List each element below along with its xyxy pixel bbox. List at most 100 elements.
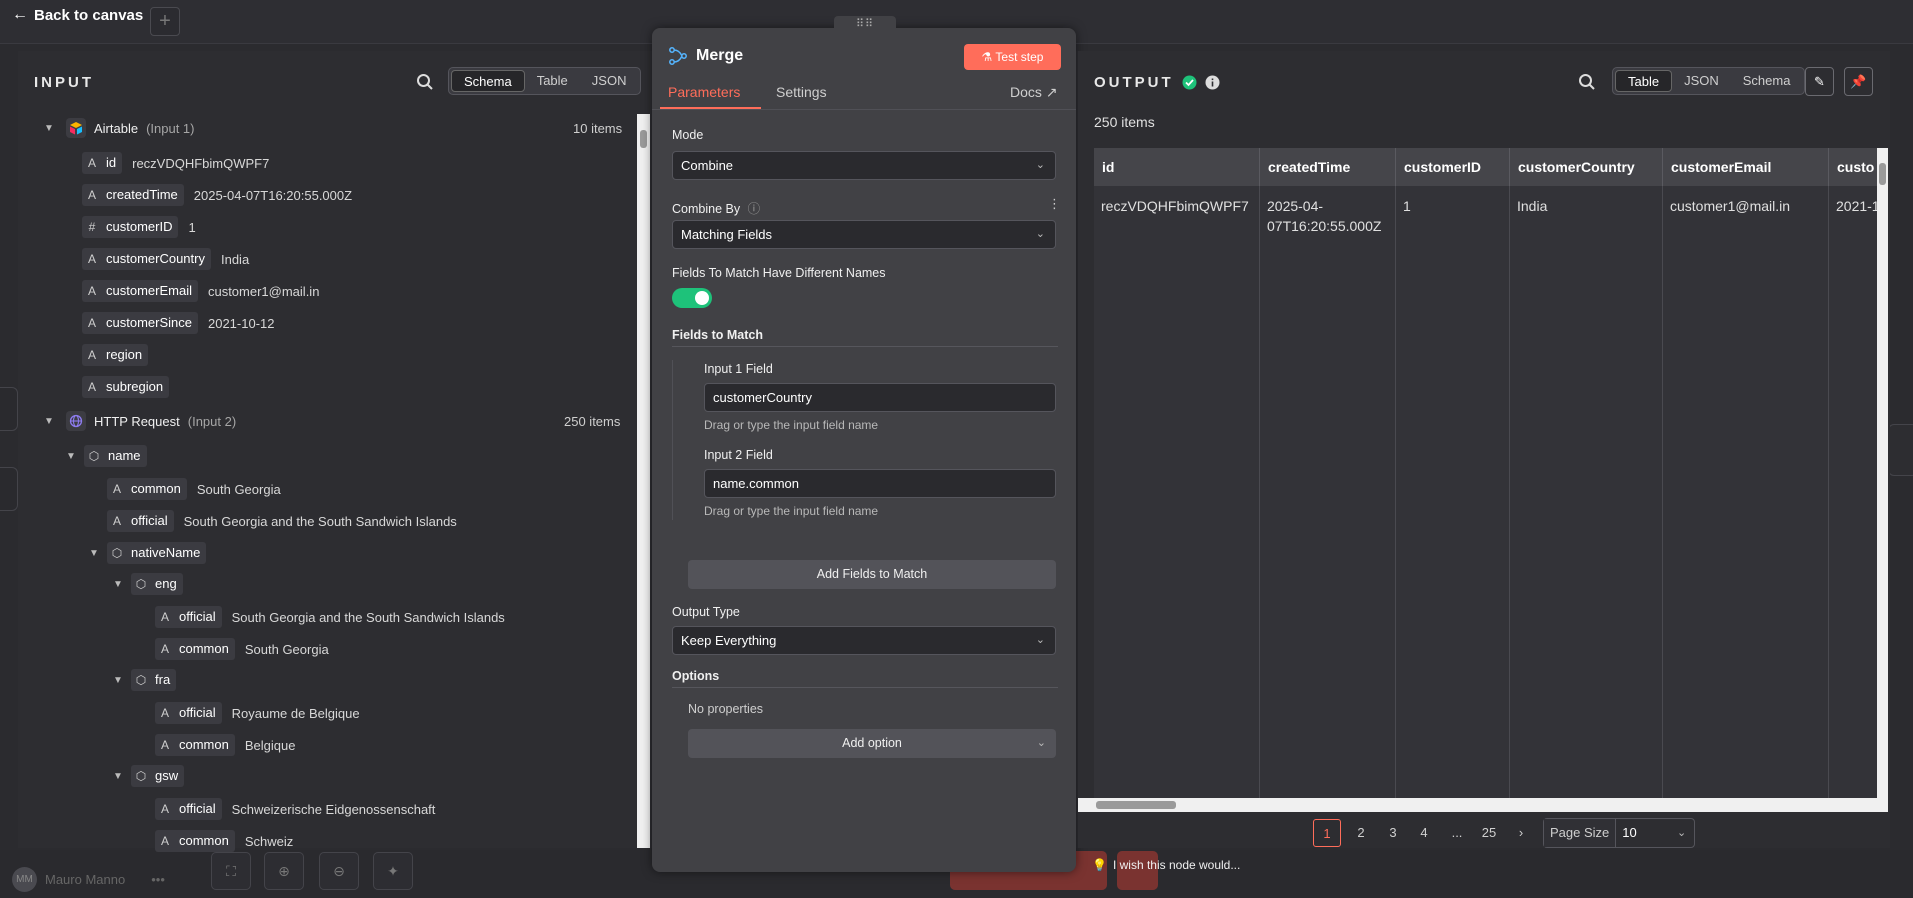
input-view-json[interactable]: JSON [580, 70, 639, 92]
chevron-down-icon[interactable]: ▼ [64, 451, 78, 462]
table-horizontal-scrollbar[interactable] [1078, 798, 1888, 812]
schema-field[interactable]: A customerCountry India [82, 248, 249, 270]
edit-output-button[interactable]: ✎ [1805, 67, 1834, 96]
schema-field[interactable]: A common Belgique [155, 734, 295, 756]
page-ellipsis[interactable]: ... [1447, 819, 1467, 847]
schema-field[interactable]: # customerID 1 [82, 216, 196, 238]
chevron-down-icon[interactable]: ▼ [87, 548, 101, 559]
schema-object[interactable]: ▼ ⬡ gsw [111, 765, 185, 787]
next-page-icon[interactable]: › [1512, 819, 1530, 847]
input1-field-input[interactable]: customerCountry [704, 383, 1056, 412]
field-key[interactable]: fra [151, 669, 177, 691]
output-view-schema[interactable]: Schema [1731, 70, 1803, 92]
schema-field[interactable]: A official South Georgia and the South S… [155, 606, 505, 628]
chevron-down-icon[interactable]: ▼ [111, 771, 125, 782]
column-header[interactable]: customerID [1396, 148, 1510, 186]
table-cell[interactable]: customer1@mail.in [1663, 186, 1829, 798]
input-scrollbar[interactable] [637, 114, 650, 848]
input-scrollbar-thumb[interactable] [640, 130, 647, 148]
field-key[interactable]: official [175, 702, 222, 724]
schema-field[interactable]: A subregion [82, 376, 170, 398]
page-button[interactable]: 25 [1477, 819, 1501, 847]
schema-object[interactable]: ▼ ⬡ eng [111, 573, 183, 595]
table-hscroll-thumb[interactable] [1096, 801, 1176, 809]
output-type-select[interactable]: Keep Everything ⌄ [672, 626, 1056, 655]
input-view-schema[interactable]: Schema [451, 70, 525, 92]
schema-field[interactable]: A customerSince 2021-10-12 [82, 312, 274, 334]
table-cell[interactable]: India [1510, 186, 1663, 798]
help-icon[interactable]: ⓘ [748, 202, 761, 216]
zoom-out-icon[interactable]: ⊖ [319, 852, 359, 890]
mode-select[interactable]: Combine ⌄ [672, 151, 1056, 180]
tab-parameters[interactable]: Parameters [668, 84, 740, 100]
field-key[interactable]: official [175, 798, 222, 820]
output-view-table[interactable]: Table [1615, 70, 1673, 92]
zoom-in-icon[interactable]: ⊕ [264, 852, 304, 890]
search-icon[interactable] [416, 73, 434, 91]
back-to-canvas-link[interactable]: ← Back to canvas [12, 6, 143, 24]
field-key[interactable]: customerCountry [102, 248, 211, 270]
field-key[interactable]: id [102, 152, 123, 174]
schema-field[interactable]: A createdTime 2025-04-07T16:20:55.000Z [82, 184, 352, 206]
field-key[interactable]: common [175, 638, 235, 660]
field-key[interactable]: customerEmail [102, 280, 198, 302]
add-node-button[interactable]: + [150, 7, 180, 36]
table-cell[interactable]: reczVDQHFbimQWPF7 [1094, 186, 1260, 798]
drag-handle-icon[interactable]: ⠿⠿ [834, 16, 896, 34]
tree-node-http-request[interactable]: ▼ HTTP Request (Input 2) [42, 410, 236, 432]
column-header[interactable]: createdTime [1260, 148, 1396, 186]
page-button[interactable]: 3 [1384, 819, 1402, 847]
input-view-table[interactable]: Table [525, 70, 580, 92]
schema-field[interactable]: A common South Georgia [107, 478, 281, 500]
column-header[interactable]: customerCountry [1510, 148, 1663, 186]
schema-field[interactable]: A official Schweizerische Eidgenossensch… [155, 798, 435, 820]
column-header[interactable]: customerEmail [1663, 148, 1829, 186]
table-vertical-scrollbar[interactable] [1877, 148, 1888, 798]
schema-field[interactable]: A common Schweiz [155, 830, 293, 852]
chevron-down-icon[interactable]: ▼ [111, 579, 125, 590]
field-key[interactable]: customerSince [102, 312, 198, 334]
schema-field[interactable]: A common South Georgia [155, 638, 329, 660]
field-key[interactable]: createdTime [102, 184, 184, 206]
side-node-output[interactable] [1888, 424, 1913, 476]
field-key[interactable]: common [175, 734, 235, 756]
side-node-http[interactable] [0, 467, 18, 511]
add-option-button[interactable]: Add option ⌄ [688, 729, 1056, 758]
side-node-airtable[interactable] [0, 387, 18, 431]
field-key[interactable]: official [175, 606, 222, 628]
field-key[interactable]: eng [151, 573, 183, 595]
options-kebab-icon[interactable]: ⋮ [1048, 196, 1061, 212]
tab-settings[interactable]: Settings [776, 84, 827, 100]
combine-by-select[interactable]: Matching Fields ⌄ [672, 220, 1056, 249]
chevron-down-icon[interactable]: ▼ [111, 675, 125, 686]
page-size-select[interactable]: 10 ⌄ [1616, 819, 1694, 847]
schema-object[interactable]: ▼ ⬡ nativeName [87, 542, 207, 564]
field-key[interactable]: gsw [151, 765, 185, 787]
search-icon[interactable] [1578, 73, 1596, 91]
fit-view-icon[interactable]: ⛶ [211, 852, 251, 890]
schema-object[interactable]: ▼ ⬡ name [64, 445, 147, 467]
feedback-prompt[interactable]: 💡 I wish this node would... [1092, 858, 1240, 872]
table-cell[interactable]: 1 [1396, 186, 1510, 798]
more-icon[interactable]: ••• [151, 872, 165, 887]
chevron-down-icon[interactable]: ▼ [42, 123, 56, 134]
field-key[interactable]: customerID [102, 216, 179, 238]
test-step-button[interactable]: ⚗ Test step [964, 44, 1061, 70]
page-button[interactable]: 2 [1352, 819, 1370, 847]
table-cell[interactable]: 2025-04- 07T16:20:55.000Z [1260, 186, 1396, 798]
field-key[interactable]: common [127, 478, 187, 500]
schema-field[interactable]: A region [82, 344, 149, 366]
field-key[interactable]: subregion [102, 376, 170, 398]
column-header[interactable]: id [1094, 148, 1260, 186]
field-key[interactable]: region [102, 344, 149, 366]
page-button[interactable]: 1 [1313, 819, 1341, 847]
field-key[interactable]: name [104, 445, 147, 467]
field-key[interactable]: nativeName [127, 542, 207, 564]
page-button[interactable]: 4 [1415, 819, 1433, 847]
output-view-json[interactable]: JSON [1672, 70, 1731, 92]
pin-data-button[interactable]: 📌 [1844, 67, 1873, 96]
tree-node-airtable[interactable]: ▼ Airtable (Input 1) [42, 117, 195, 139]
table-vscroll-thumb[interactable] [1879, 163, 1886, 185]
different-names-toggle[interactable] [672, 288, 712, 308]
info-icon[interactable] [1205, 75, 1220, 90]
